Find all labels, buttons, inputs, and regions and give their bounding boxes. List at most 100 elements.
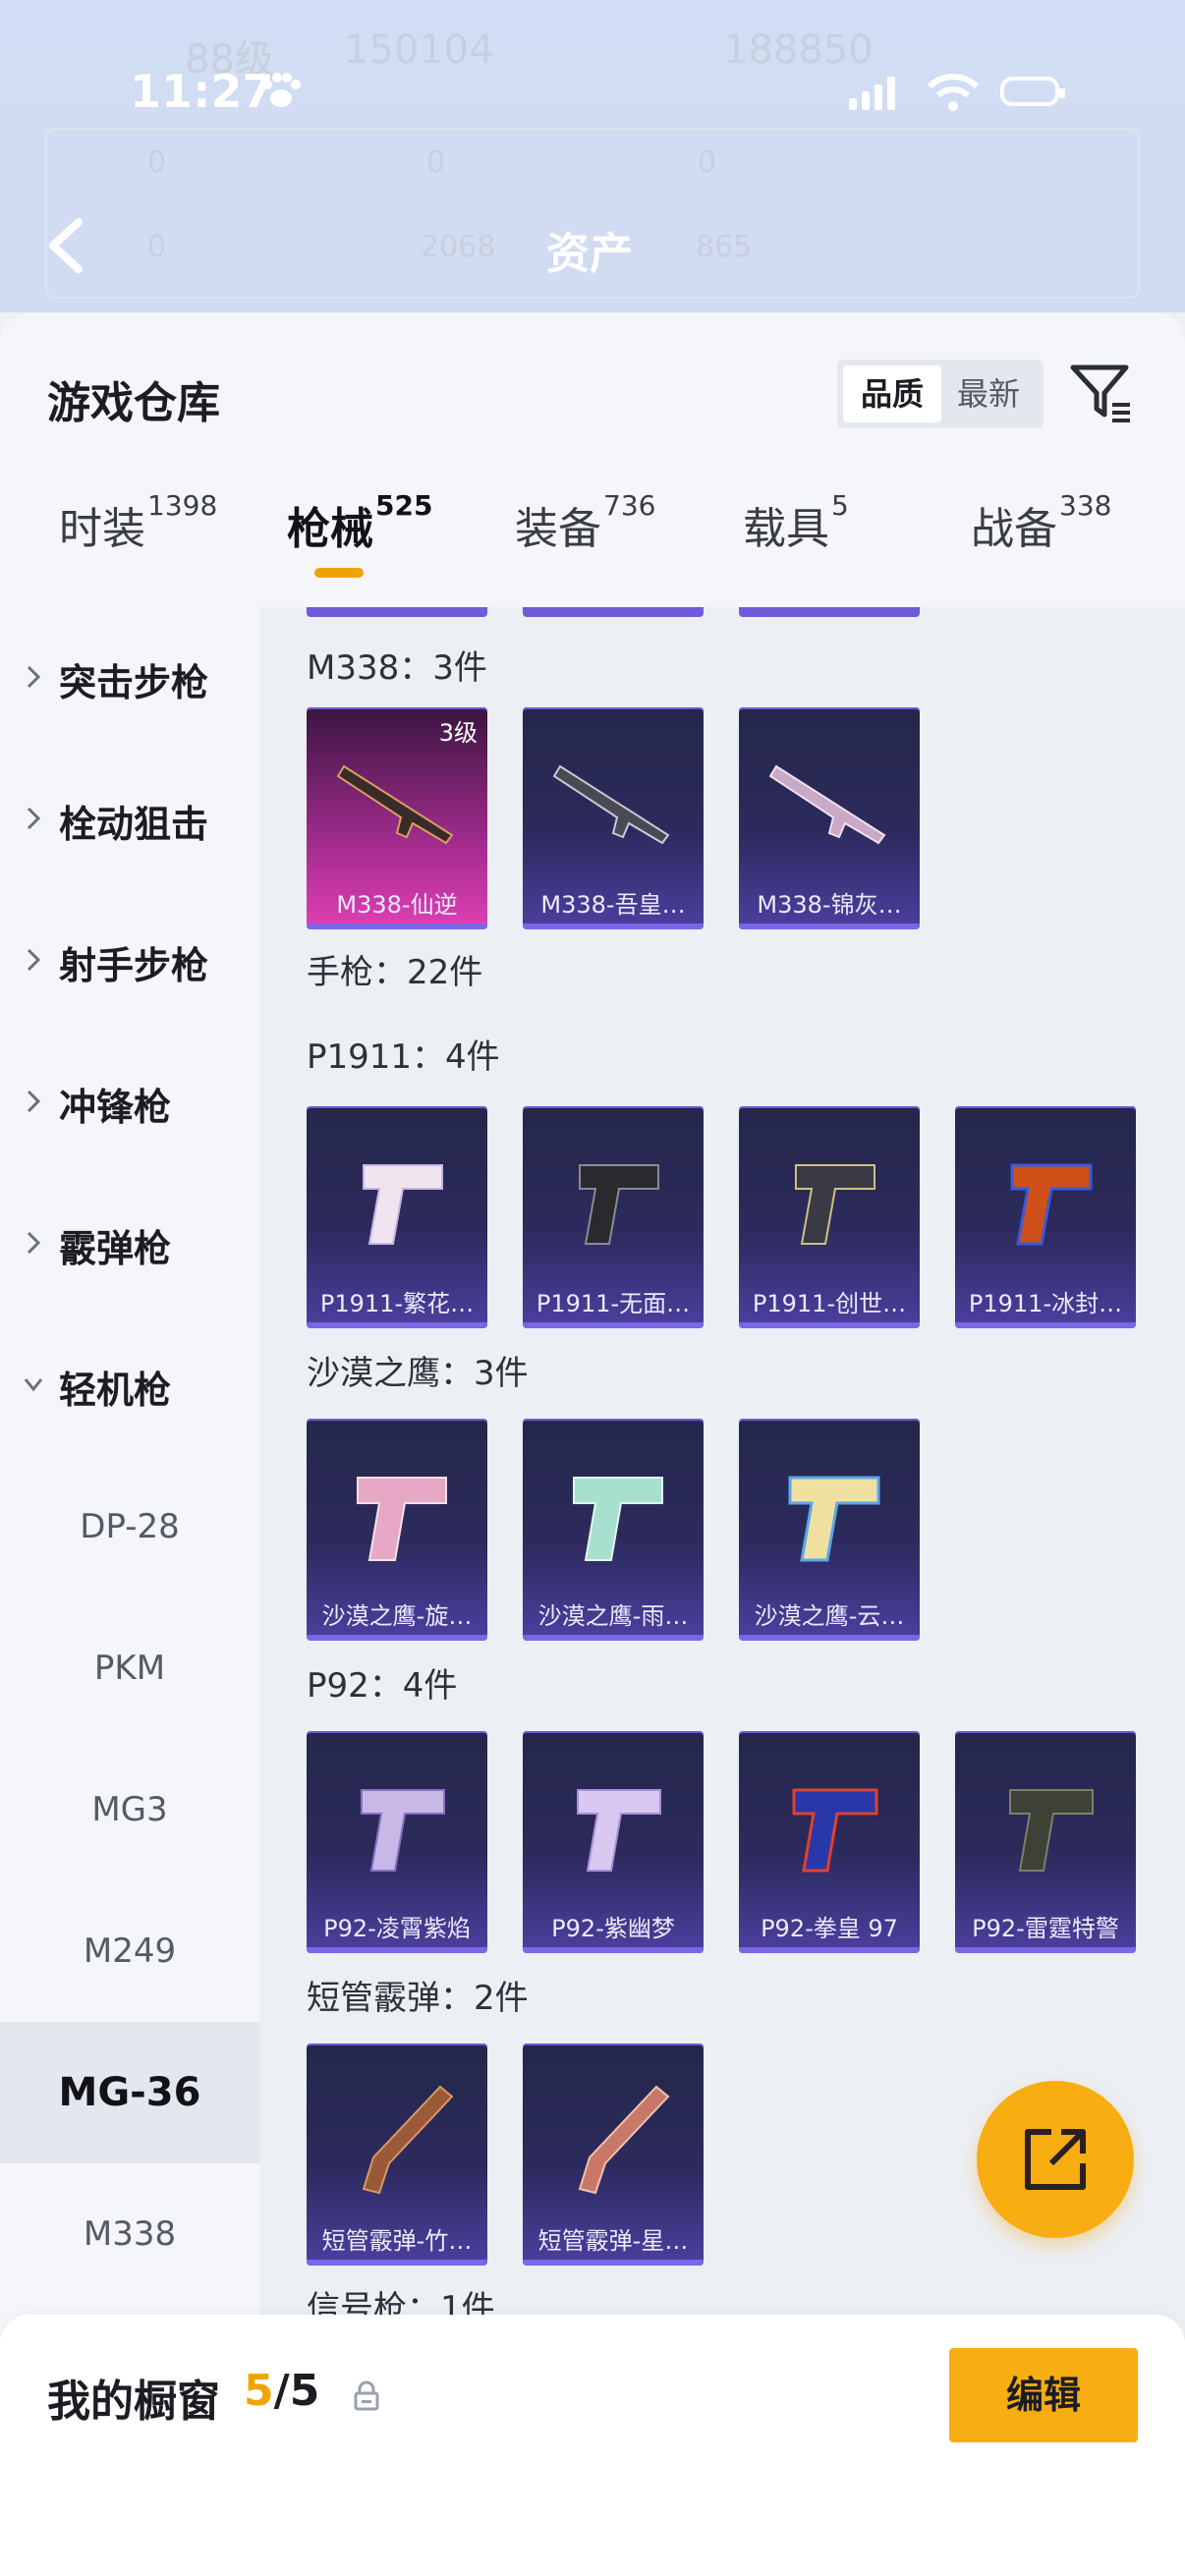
rifle-icon (336, 764, 454, 845)
warehouse-title: 游戏仓库 (47, 378, 220, 428)
tab-guns[interactable]: 枪械525 (287, 489, 432, 601)
skin-card[interactable]: P92-雷霆特警 (955, 1731, 1136, 1953)
tab-tactical-count: 338 (1059, 489, 1112, 522)
skin-card[interactable]: P92-凌霄紫焰 (307, 1731, 487, 1953)
chevron-right-icon (27, 948, 41, 972)
pistol-icon (573, 1477, 663, 1561)
skin-name: P1911-无面… (536, 1290, 691, 1317)
showcase-count: 5/5 (244, 2366, 319, 2416)
chevron-right-icon (27, 1090, 41, 1113)
skin-card[interactable]: P1911-无面… (523, 1106, 704, 1328)
skin-card[interactable]: P1911-创世… (739, 1106, 920, 1328)
sidebar-item-label: 突击步枪 (59, 661, 209, 704)
skin-name: P92-雷霆特警 (972, 1915, 1119, 1942)
rifle-icon (552, 764, 670, 845)
group-title-desert-eagle: 沙漠之鹰：3件 (307, 1354, 529, 1393)
pistol-icon (792, 1788, 878, 1873)
group-title-p1911: P1911：4件 (307, 1037, 500, 1077)
ghost-stat-5: 2068 (421, 230, 496, 264)
skin-card[interactable]: M338-锦灰… (739, 707, 920, 929)
tab-guns-label: 枪械 (287, 504, 373, 554)
ghost-stat-4: 0 (147, 230, 167, 264)
tab-equipment[interactable]: 装备736 (515, 489, 655, 601)
weapon-list: M338：3件 3级 M338-仙逆 M338-吾皇… M338-锦灰… 手枪：… (259, 607, 1185, 2576)
signal-icon (849, 77, 895, 110)
sidebar-item-bolt-sniper[interactable]: 栓动狙击 (0, 749, 259, 890)
share-icon (1025, 2129, 1086, 2190)
skin-card[interactable]: 短管霰弹-竹… (307, 2044, 487, 2266)
status-time: 11:27 (130, 65, 274, 118)
shotgun-icon (362, 2085, 454, 2195)
skin-card[interactable]: 沙漠之鹰-云… (739, 1419, 920, 1641)
pistol-icon (788, 1476, 880, 1562)
skin-card[interactable]: 沙漠之鹰-旋… (307, 1419, 487, 1641)
skin-name: P1911-繁花… (319, 1290, 475, 1317)
pistol-icon (357, 1477, 447, 1561)
skin-name: P1911-创世… (752, 1290, 907, 1317)
tab-vehicles[interactable]: 载具5 (743, 489, 849, 601)
group-title-m338: M338：3件 (307, 648, 487, 688)
skin-name: P92-紫幽梦 (551, 1915, 675, 1942)
skin-name: P92-凌霄紫焰 (323, 1915, 471, 1942)
skin-card[interactable]: P1911-繁花… (307, 1106, 487, 1328)
back-arrow-icon[interactable] (43, 216, 88, 275)
tab-guns-count: 525 (375, 489, 433, 522)
edit-button[interactable]: 编辑 (949, 2348, 1138, 2442)
sidebar-item-lmg[interactable]: 轻机枪 (0, 1315, 259, 1456)
rifle-icon (768, 764, 886, 845)
pistol-icon (577, 1789, 661, 1872)
sidebar-item-label: 轻机枪 (59, 1369, 172, 1412)
warehouse-sheet: 游戏仓库 品质 最新 时装1398 枪械525 装备736 载具5 战备338 (0, 312, 1185, 2576)
ghost-stat-3: 0 (698, 145, 717, 180)
app-header: 88级 150104 188850 0 0 0 0 2068 865 11:27… (0, 0, 1185, 312)
tab-fashion-count: 1398 (147, 489, 218, 522)
ghost-stat-1: 0 (147, 145, 167, 180)
skin-card[interactable]: P92-拳皇 97 (739, 1731, 920, 1953)
ghost-score: 150104 (344, 28, 494, 73)
skin-name: 沙漠之鹰-云… (754, 1602, 905, 1630)
sidebar-item-label: 射手步枪 (59, 944, 209, 987)
sort-quality-button[interactable]: 品质 (843, 365, 941, 422)
tab-fashion[interactable]: 时装1398 (59, 489, 217, 601)
skin-name: P1911-冰封… (968, 1290, 1123, 1317)
card-stub (307, 607, 487, 617)
sidebar-sub-m338[interactable]: M338 (0, 2163, 259, 2305)
showcase-count-current: 5 (244, 2366, 274, 2416)
showcase-bar: 我的橱窗 5/5 编辑 (0, 2315, 1185, 2576)
skin-card[interactable]: P1911-冰封… (955, 1106, 1136, 1328)
share-button[interactable] (977, 2081, 1134, 2238)
filter-icon[interactable] (1069, 360, 1134, 424)
sort-newest-button[interactable]: 最新 (939, 365, 1038, 422)
skin-card[interactable]: 3级 M338-仙逆 (307, 707, 487, 929)
ghost-stat-2: 0 (426, 145, 446, 180)
sidebar-sub-pkm[interactable]: PKM (0, 1597, 259, 1739)
shotgun-icon (578, 2085, 670, 2195)
sidebar-item-shotgun[interactable]: 霰弹枪 (0, 1173, 259, 1315)
group-title-p92: P92：4件 (307, 1666, 458, 1706)
pistol-icon (579, 1164, 659, 1245)
tab-vehicles-label: 载具 (743, 504, 829, 554)
chevron-right-icon (27, 807, 41, 830)
sidebar-item-label: 冲锋枪 (59, 1086, 172, 1129)
sidebar-item-marksman-rifle[interactable]: 射手步枪 (0, 890, 259, 1032)
sidebar-sub-dp28[interactable]: DP-28 (0, 1456, 259, 1597)
sidebar-sub-m249[interactable]: M249 (0, 1880, 259, 2022)
skin-card[interactable]: P92-紫幽梦 (523, 1731, 704, 1953)
skin-name: M338-吾皇… (540, 891, 686, 919)
skin-card[interactable]: 短管霰弹-星… (523, 2044, 704, 2266)
wifi-icon (928, 74, 979, 111)
battery-icon (1000, 77, 1065, 106)
sidebar-item-assault-rifle[interactable]: 突击步枪 (0, 607, 259, 749)
tab-vehicles-count: 5 (831, 489, 849, 522)
skin-card[interactable]: M338-吾皇… (523, 707, 704, 929)
tab-equipment-label: 装备 (515, 504, 601, 554)
skin-card[interactable]: 沙漠之鹰-雨… (523, 1419, 704, 1641)
page-title: 资产 (546, 229, 633, 279)
tab-tactical[interactable]: 战备338 (971, 489, 1111, 601)
showcase-label: 我的橱窗 (47, 2377, 220, 2427)
sidebar-sub-mg3[interactable]: MG3 (0, 1739, 259, 1880)
sidebar-item-smg[interactable]: 冲锋枪 (0, 1032, 259, 1173)
sidebar-sub-mg36[interactable]: MG-36 (0, 2022, 259, 2163)
sidebar-item-label: 霰弹枪 (59, 1227, 172, 1270)
skin-name: P92-拳皇 97 (761, 1915, 898, 1942)
